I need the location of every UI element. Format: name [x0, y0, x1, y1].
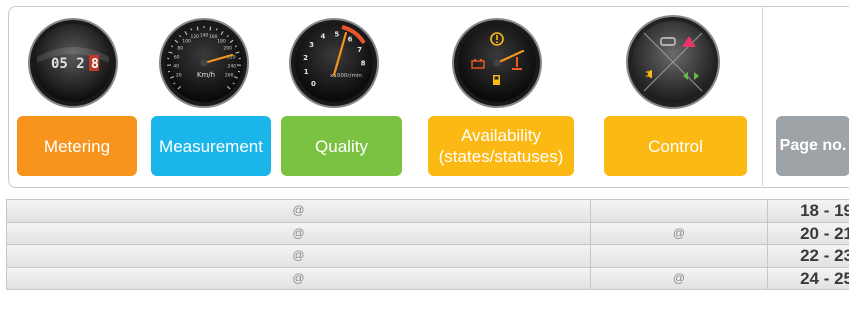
row-page-number[interactable]: 18 - 19 [768, 200, 849, 222]
table-row: @ @ 20 - 21 [6, 222, 849, 245]
row-marker-secondary: @ [591, 222, 768, 244]
category-label-metering: Metering [17, 116, 137, 176]
speedometer-tick-label: 180 [217, 39, 226, 45]
tachometer-tick-label: 7 [357, 46, 362, 54]
row-page-number[interactable]: 22 - 23 [768, 245, 849, 267]
category-label-text: Quality [315, 136, 368, 156]
speedometer-icon: 20406080100120 140 160180200220240260 Km/h [159, 18, 249, 108]
speedometer-tick-label: 60 [174, 54, 180, 60]
table-row: @ 18 - 19 [6, 199, 849, 223]
odometer-icon: 05 2 8 [28, 18, 118, 108]
odometer-digits: 05 2 [51, 56, 85, 72]
category-label-text: Metering [43, 136, 111, 156]
row-marker-primary: @ [7, 222, 591, 244]
category-label-control: Control [604, 116, 747, 176]
tachometer-tick-label: 1 [304, 68, 309, 76]
tachometer-tick-label: 4 [320, 33, 325, 41]
tachometer-tick-label: 2 [303, 54, 308, 62]
table-row: @ @ 24 - 25 [6, 267, 849, 290]
speedometer-tick-label: 240 [228, 64, 237, 70]
row-page-number[interactable]: 24 - 25 [768, 268, 849, 290]
speedometer-tick-label: 80 [177, 46, 183, 52]
category-label-measurement: Measurement [151, 116, 271, 176]
page-number-header-text: Page no. [779, 137, 847, 154]
category-label-text: Measurement [159, 136, 263, 156]
header-divider [762, 6, 763, 186]
speedometer-tick-label: 20 [176, 73, 182, 79]
row-marker-secondary [591, 245, 768, 267]
category-label-availability: Availability (states/statuses) [428, 116, 574, 176]
row-marker-secondary: @ [591, 267, 768, 289]
category-label-quality: Quality [281, 116, 402, 176]
category-label-text: Availability (states/statuses) [438, 126, 564, 166]
speedometer-tick [209, 26, 212, 31]
speedometer-tick-label: 260 [225, 73, 234, 79]
page-number-header: Page no. [776, 116, 849, 176]
speedometer-tick-label: 40 [173, 64, 179, 70]
fuel-icon [493, 75, 500, 85]
tachometer-tick-label: 0 [311, 80, 316, 88]
speedometer-tick-label: 140 [200, 33, 209, 39]
row-marker-primary: @ [7, 267, 591, 289]
control-panel-icon [626, 15, 720, 109]
tachometer-tick-label: 8 [361, 60, 366, 68]
speedometer-tick [196, 26, 199, 31]
row-marker-secondary [591, 200, 768, 222]
speedometer-tick-label: 120 [190, 34, 199, 40]
index-table: @ 18 - 19 @ @ 20 - 21 @ 22 - 23 @ @ 24 -… [6, 199, 849, 290]
row-marker-primary: @ [7, 245, 591, 267]
tachometer-tick-label: 6 [348, 35, 353, 43]
table-row: @ 22 - 23 [6, 245, 849, 268]
speedometer-tick [190, 28, 193, 31]
odometer-last-digit: 8 [91, 57, 99, 72]
tachometer-tick-label: 5 [334, 31, 339, 39]
row-page-number[interactable]: 20 - 21 [768, 223, 849, 245]
warning-lights-icon [452, 18, 542, 108]
speedometer-tick [215, 28, 218, 31]
speedometer-tick-label: 200 [223, 46, 232, 52]
tachometer-tick-label: 3 [309, 41, 314, 49]
speedometer-unit: Km/h [197, 71, 215, 79]
row-marker-primary: @ [7, 200, 591, 222]
tachometer-icon: 01234 5678 x1000r/min [289, 18, 379, 108]
category-label-text: Control [648, 136, 703, 156]
